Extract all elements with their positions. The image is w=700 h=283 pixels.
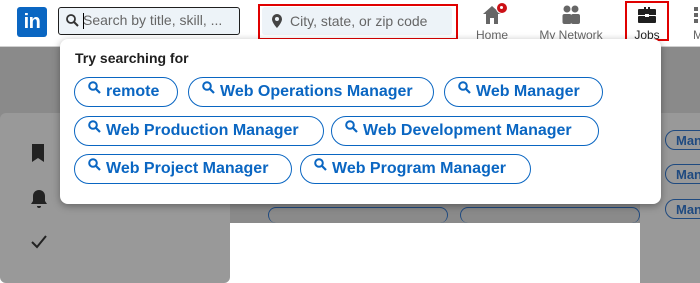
location-highlight-box bbox=[258, 4, 458, 40]
suggestion-chip[interactable]: Web Manager bbox=[444, 77, 603, 107]
nav-item-more[interactable]: M bbox=[688, 3, 700, 43]
nav-item-my-network[interactable]: My Network bbox=[532, 3, 610, 43]
check-icon bbox=[30, 233, 48, 256]
home-icon bbox=[466, 3, 518, 27]
suggestions-heading: Try searching for bbox=[75, 50, 189, 66]
suggestion-label: Web Production Manager bbox=[106, 122, 299, 139]
nav-label-more: M bbox=[693, 28, 700, 42]
suggestion-chip[interactable]: remote bbox=[74, 77, 178, 107]
bell-icon bbox=[30, 189, 48, 214]
bg-suggestion-pill: Manag bbox=[665, 130, 700, 150]
suggestion-label: Web Program Manager bbox=[332, 160, 506, 177]
bg-suggestion-pill: Manag bbox=[665, 164, 700, 184]
search-icon bbox=[88, 76, 101, 104]
suggestion-chip[interactable]: Web Operations Manager bbox=[188, 77, 434, 107]
suggestion-label: Web Manager bbox=[476, 83, 580, 100]
search-icon bbox=[345, 115, 358, 143]
search-icon bbox=[88, 115, 101, 143]
search-icon bbox=[202, 76, 215, 104]
suggestion-label: remote bbox=[106, 83, 160, 100]
jobs-highlight-box bbox=[625, 1, 669, 41]
nav-item-home[interactable]: Home bbox=[466, 3, 518, 43]
search-icon bbox=[314, 153, 327, 181]
suggestion-label: Web Operations Manager bbox=[220, 83, 413, 100]
job-search-box[interactable] bbox=[58, 7, 240, 35]
bg-faded-pill bbox=[268, 207, 448, 223]
search-input[interactable] bbox=[83, 10, 233, 30]
suggestion-label: Web Development Manager bbox=[363, 122, 572, 139]
bg-suggestion-pill: Manag bbox=[665, 199, 700, 219]
search-icon bbox=[66, 14, 79, 32]
notification-badge bbox=[496, 2, 508, 14]
search-icon bbox=[458, 76, 471, 104]
suggestion-chip[interactable]: Web Production Manager bbox=[74, 116, 324, 146]
linkedin-logo[interactable]: in bbox=[17, 7, 47, 37]
suggestion-chip[interactable]: Web Project Manager bbox=[74, 154, 292, 184]
text-caret bbox=[83, 13, 84, 29]
suggestion-chip[interactable]: Web Development Manager bbox=[331, 116, 599, 146]
network-icon bbox=[532, 3, 610, 27]
grid-icon bbox=[688, 3, 700, 27]
bg-faded-pill bbox=[460, 207, 640, 223]
bookmark-icon bbox=[30, 143, 46, 168]
search-suggestions-dropdown: Try searching for remote Web Operations … bbox=[60, 39, 661, 204]
suggestion-label: Web Project Manager bbox=[106, 160, 269, 177]
search-icon bbox=[88, 153, 101, 181]
suggestion-chip[interactable]: Web Program Manager bbox=[300, 154, 531, 184]
